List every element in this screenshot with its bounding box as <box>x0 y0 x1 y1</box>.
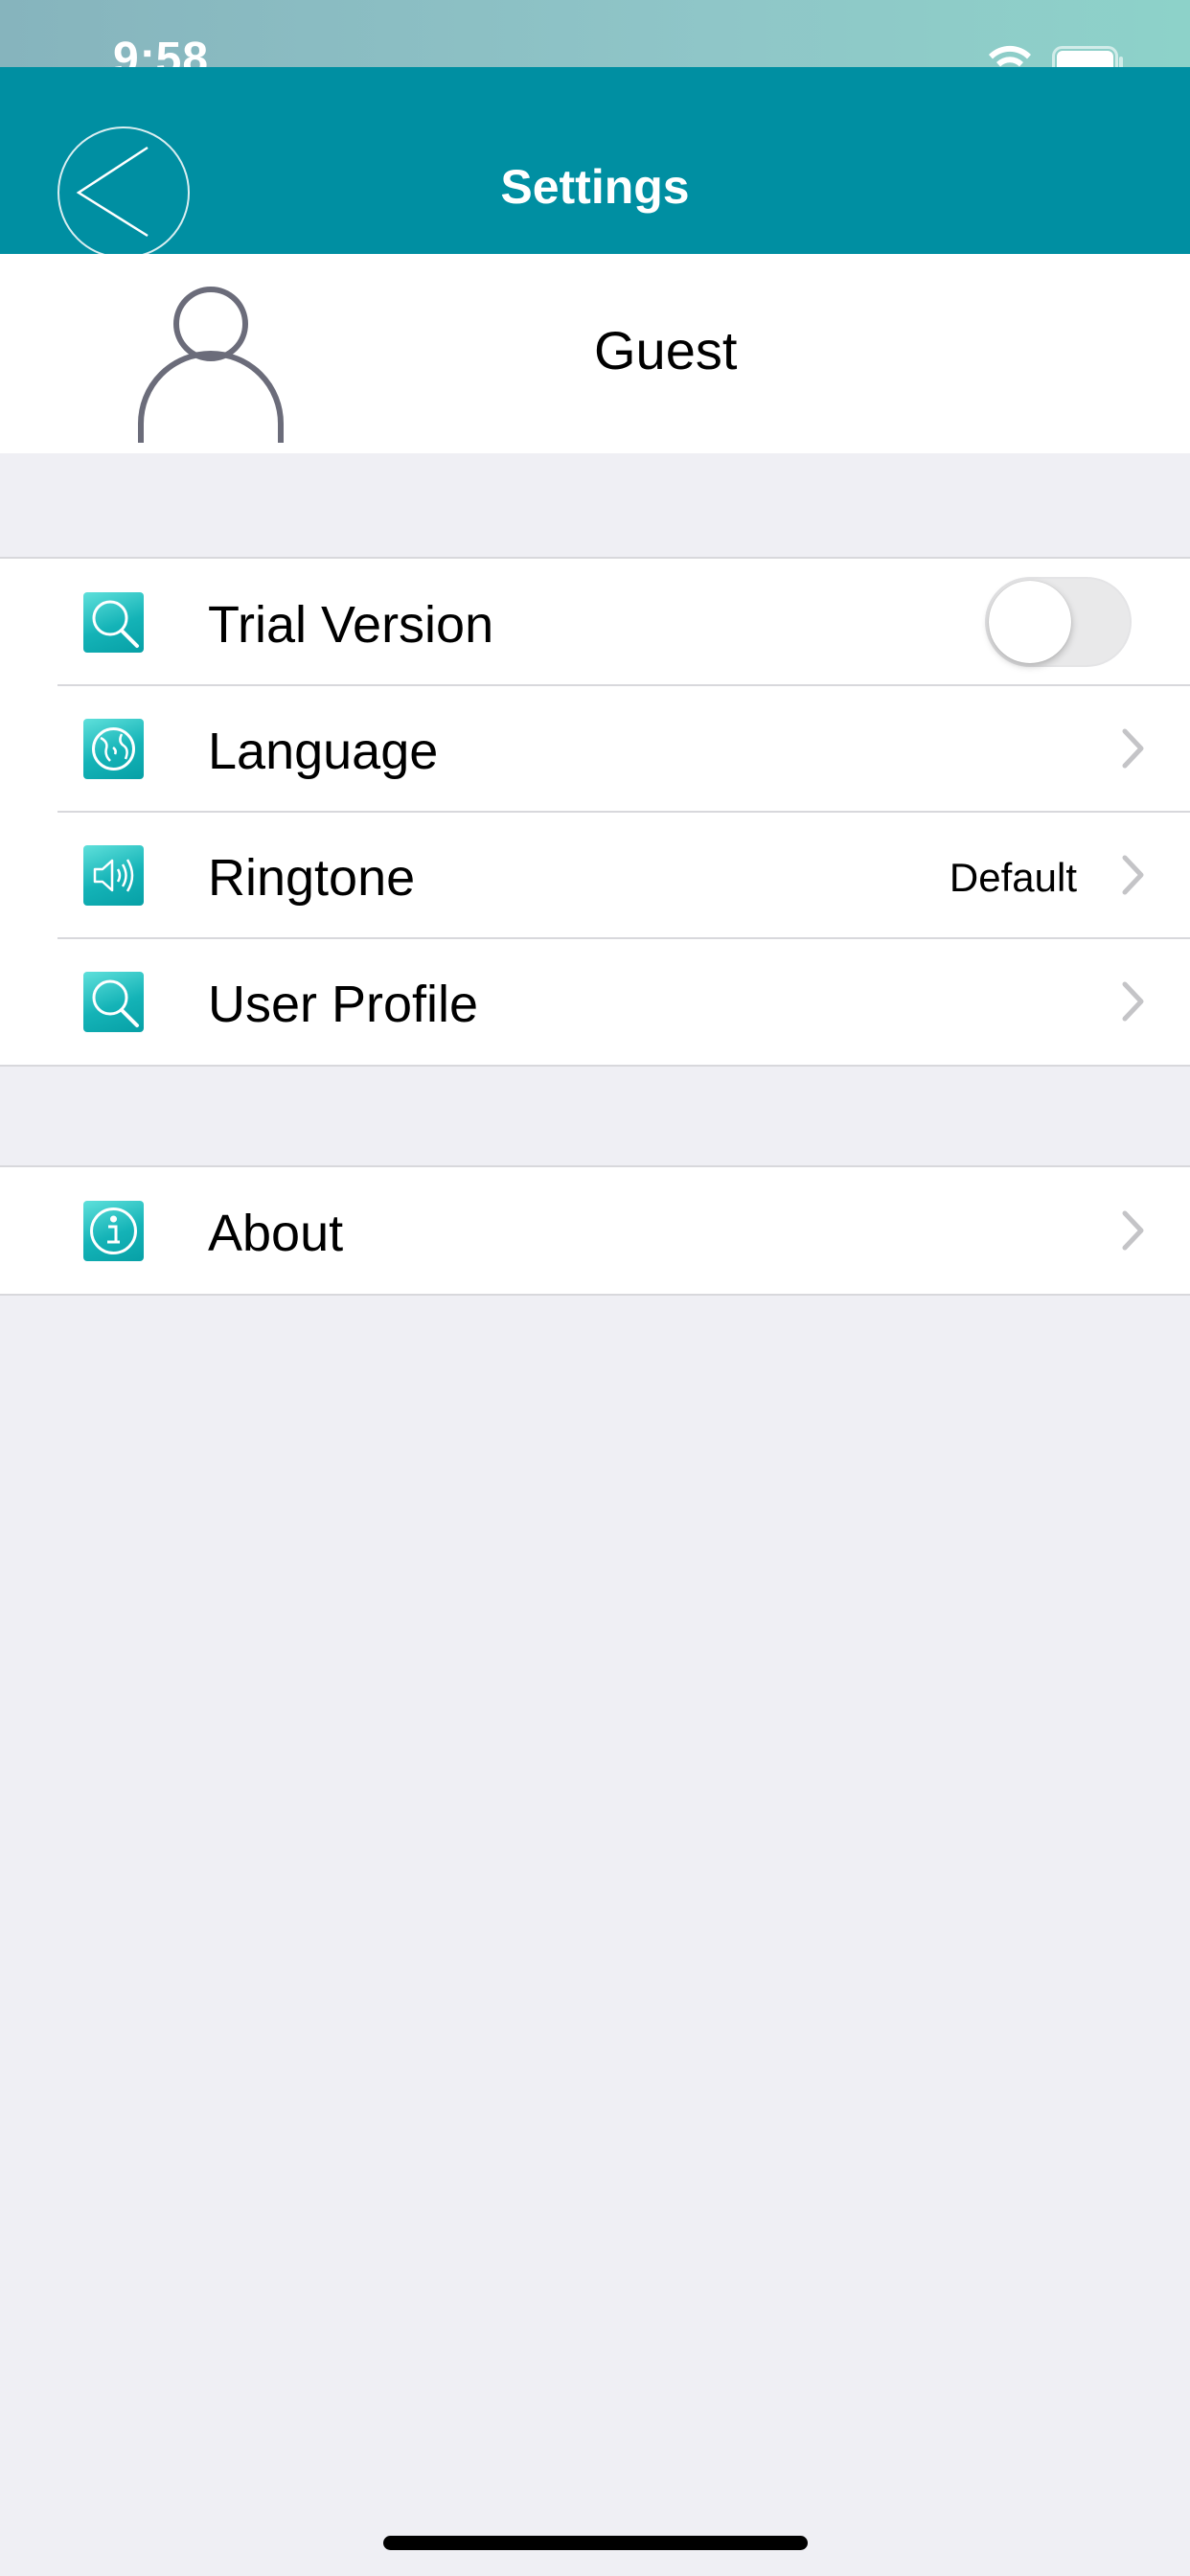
settings-row-user-profile[interactable]: User Profile <box>0 937 1190 1065</box>
settings-row-label: Ringtone <box>208 849 416 907</box>
settings-row-about[interactable]: About <box>0 1167 1190 1294</box>
settings-row-label: About <box>208 1205 344 1262</box>
globe-icon <box>83 719 144 779</box>
avatar-icon <box>138 287 284 443</box>
navigation-bar: Settings <box>0 67 1190 259</box>
trial-version-toggle[interactable] <box>985 577 1132 667</box>
profile-header[interactable]: Guest <box>0 254 1190 453</box>
search-icon <box>83 592 144 653</box>
toggle-knob <box>989 581 1071 663</box>
settings-row-trial-version[interactable]: Trial Version <box>0 559 1190 685</box>
home-indicator[interactable] <box>383 2536 808 2550</box>
about-group: About <box>0 1165 1190 1296</box>
settings-row-language[interactable]: Language <box>0 684 1190 812</box>
chevron-right-icon <box>1122 1210 1144 1251</box>
settings-row-label: User Profile <box>208 976 479 1033</box>
status-bar: 9:58 <box>0 0 1190 84</box>
page-title: Settings <box>500 160 690 214</box>
settings-row-label: Trial Version <box>208 596 494 654</box>
chevron-right-icon <box>1122 981 1144 1022</box>
search-icon <box>83 972 144 1032</box>
chevron-right-icon <box>1122 855 1144 895</box>
ringtone-value: Default <box>949 855 1077 900</box>
settings-row-ringtone[interactable]: Ringtone Default <box>0 811 1190 938</box>
settings-row-label: Language <box>208 723 439 780</box>
info-icon <box>83 1201 144 1261</box>
profile-name: Guest <box>594 320 738 380</box>
settings-group: Trial Version Language Ringtone Default … <box>0 557 1190 1067</box>
speaker-icon <box>83 845 144 906</box>
chevron-right-icon <box>1122 728 1144 769</box>
